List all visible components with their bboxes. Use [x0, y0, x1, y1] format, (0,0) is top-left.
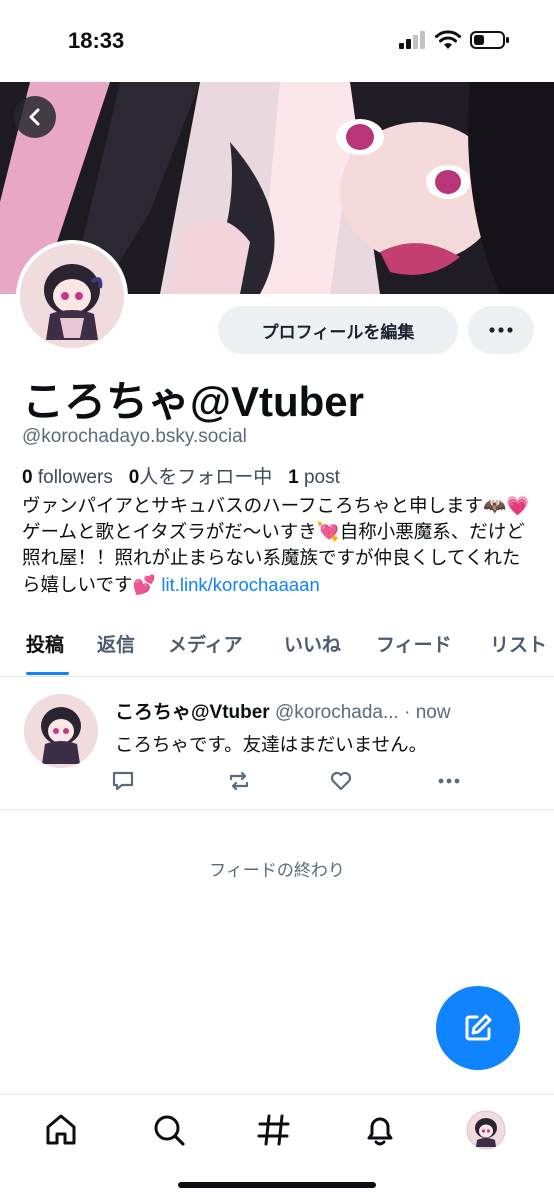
followers-label: followers [37, 467, 113, 488]
avatar-artwork [24, 694, 98, 768]
post-author-handle[interactable]: @korochada... [275, 702, 399, 723]
wifi-icon [435, 30, 461, 49]
heart-icon[interactable] [328, 768, 354, 794]
posts-count: 1 [288, 467, 299, 488]
tab-lists[interactable]: リスト [490, 630, 547, 657]
following-count: 0 [128, 467, 140, 488]
battery-icon [470, 31, 509, 49]
post-text: ころちゃです。友達はまだいません。 [115, 735, 428, 756]
status-time: 18:33 [68, 28, 125, 53]
post-time: · now [404, 702, 451, 723]
followers-count: 0 [22, 467, 33, 488]
following-stat[interactable]: 0人をフォロー中 [129, 467, 273, 488]
post-author-avatar[interactable] [24, 694, 98, 768]
repost-icon[interactable] [226, 768, 252, 794]
comment-icon[interactable] [110, 768, 136, 794]
chevron-left-icon [29, 108, 40, 126]
cellular-signal-icon [399, 31, 425, 49]
post-header: ころちゃ@Vtuber @korochada... · now [115, 697, 451, 724]
post-author-name[interactable]: ころちゃ@Vtuber [115, 702, 270, 723]
ellipsis-icon[interactable] [436, 768, 462, 794]
home-icon[interactable] [41, 1110, 81, 1150]
ellipsis-icon [489, 327, 513, 333]
profile-avatar-nav[interactable] [466, 1110, 506, 1150]
active-tab-indicator [26, 672, 69, 675]
profile-stats: 0 followers 0人をフォロー中 1 post [22, 462, 340, 489]
tab-likes[interactable]: いいね [284, 630, 341, 657]
bell-icon[interactable] [360, 1110, 400, 1150]
more-options-button[interactable] [468, 306, 534, 354]
edit-profile-button[interactable]: プロフィールを編集 [218, 306, 458, 354]
compose-button[interactable] [436, 986, 520, 1070]
tab-media[interactable]: メディア [168, 630, 243, 657]
feed-end-label: フィードの終わり [209, 861, 345, 881]
profile-bio: ヴァンパイアとサキュバスのハーフころちゃと申します🦇💗ゲームと歌とイタズラがだ〜… [22, 494, 537, 599]
profile-tabs: 投稿 返信 メディア いいね フィード リスト [0, 622, 554, 677]
home-indicator [178, 1182, 376, 1188]
avatar-artwork [20, 244, 124, 348]
search-icon[interactable] [149, 1110, 189, 1150]
display-name: ころちゃ@Vtuber [22, 378, 364, 425]
following-label: 人をフォロー中 [139, 467, 273, 488]
profile-avatar[interactable] [16, 240, 128, 352]
followers-stat[interactable]: 0 followers [22, 467, 113, 488]
bio-link[interactable]: lit.link/korochaaaan [161, 574, 319, 595]
back-button[interactable] [14, 96, 56, 138]
tab-feeds[interactable]: フィード [376, 630, 452, 657]
tab-replies[interactable]: 返信 [97, 630, 135, 657]
compose-icon [465, 1014, 492, 1041]
tab-posts[interactable]: 投稿 [26, 630, 64, 657]
posts-stat: 1 post [288, 467, 340, 488]
hashtag-icon[interactable] [254, 1110, 294, 1150]
posts-label: post [303, 467, 340, 488]
profile-handle: @korochadayo.bsky.social [22, 426, 247, 447]
